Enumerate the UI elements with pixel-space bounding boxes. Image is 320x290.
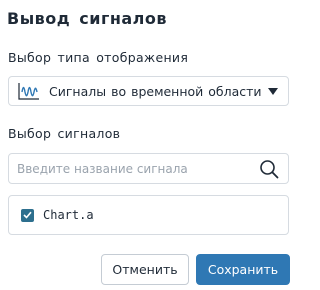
dialog-title: Вывод сигналов — [7, 9, 168, 28]
signal-name: Chart.a — [43, 208, 94, 222]
check-icon — [23, 211, 32, 219]
signal-list: Chart.a — [8, 195, 289, 235]
list-item[interactable]: Chart.a — [21, 208, 94, 222]
chevron-down-icon — [268, 87, 278, 95]
search-icon[interactable] — [259, 159, 279, 179]
display-type-select[interactable]: Сигналы во временной области — [8, 76, 289, 106]
signal-search-input[interactable] — [17, 161, 259, 176]
cancel-button[interactable]: Отменить — [101, 254, 189, 285]
signal-search — [8, 153, 289, 184]
display-type-label: Выбор типа отображения — [8, 50, 189, 65]
signal-checkbox[interactable] — [21, 208, 34, 222]
waveform-icon — [18, 83, 39, 100]
signal-selection-label: Выбор сигналов — [8, 126, 121, 141]
display-type-value: Сигналы во временной области — [49, 83, 262, 99]
save-button[interactable]: Сохранить — [196, 254, 290, 285]
